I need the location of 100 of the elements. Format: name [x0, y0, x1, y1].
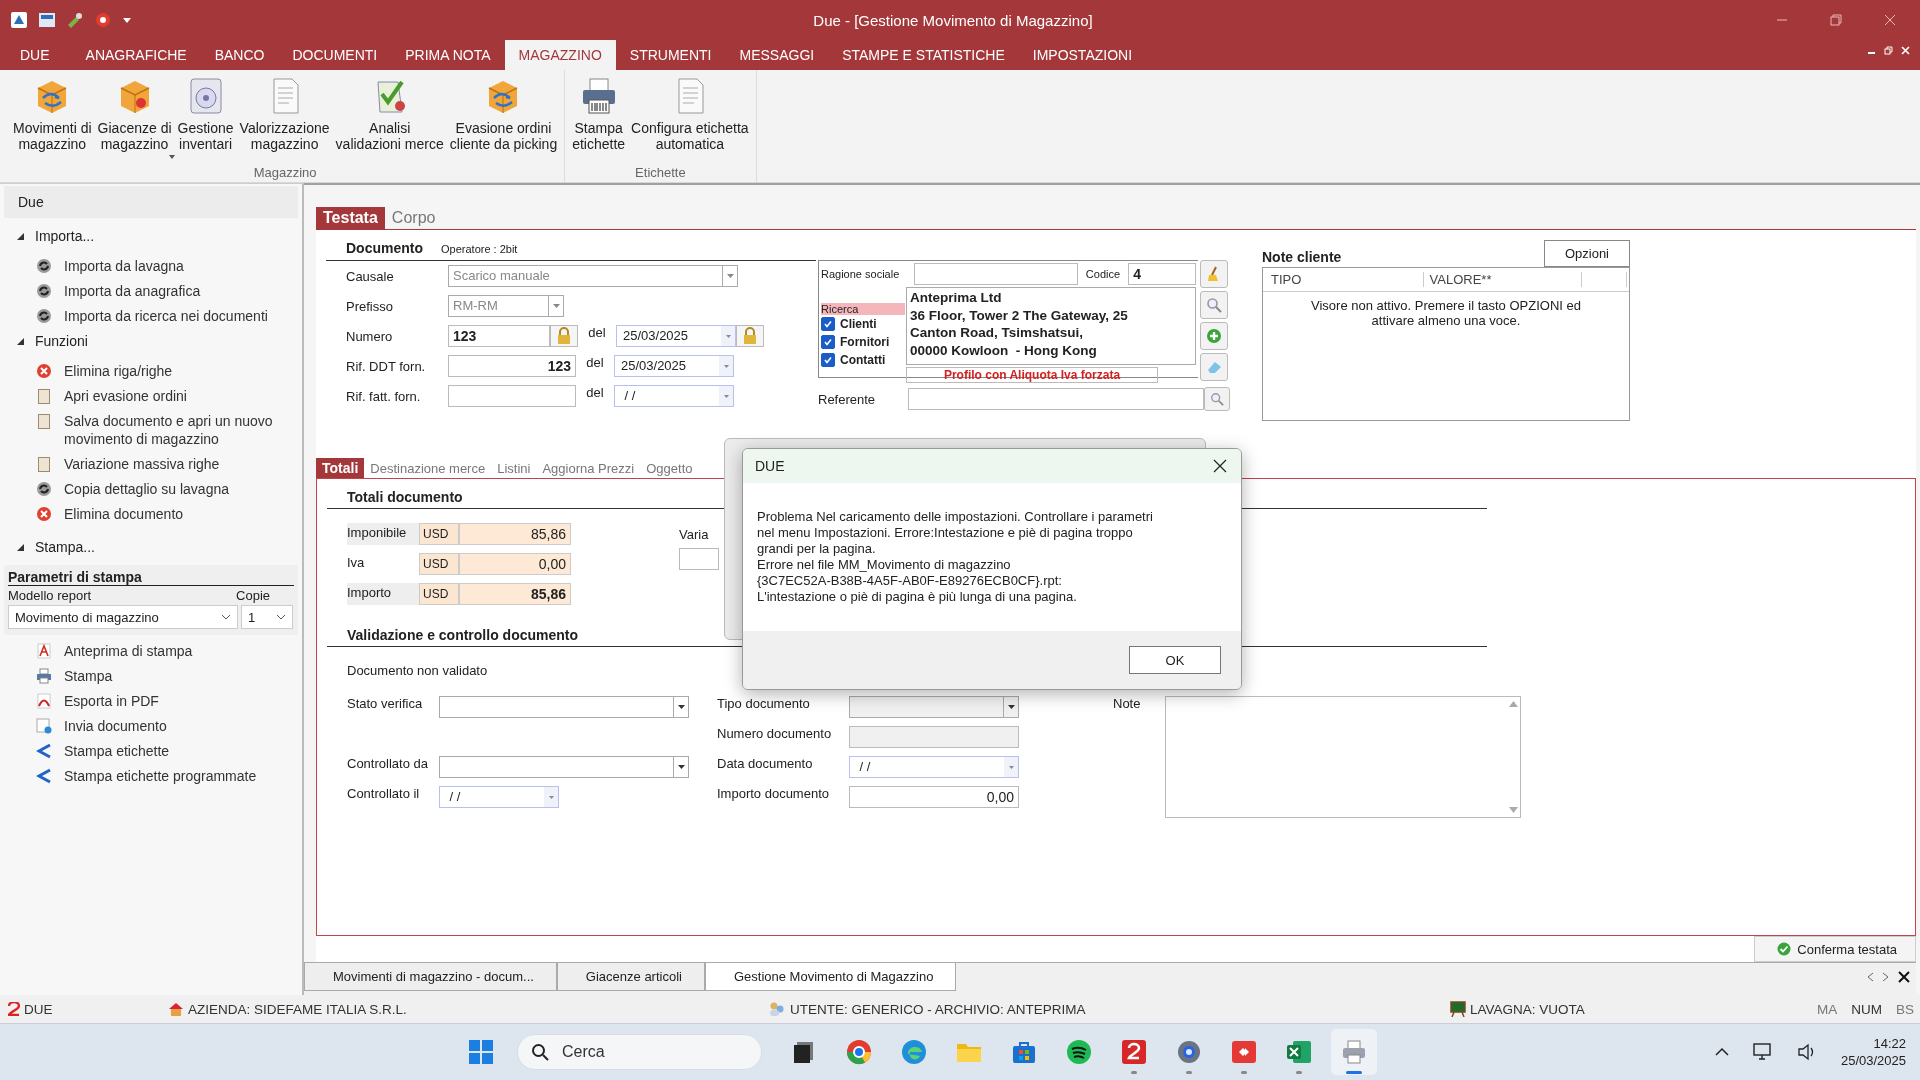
tab[interactable]: Aggiorna Prezzi	[536, 458, 641, 478]
ribbon-button[interactable]: Valorizzazione magazzino	[236, 74, 333, 165]
dropdown-field[interactable]: RM-RM	[448, 295, 564, 317]
dropdown-field[interactable]	[439, 756, 689, 778]
ribbon-button[interactable]: Evasione ordini cliente da picking	[446, 74, 561, 165]
sidebar-item[interactable]: Invia documento	[64, 717, 294, 735]
scroll-right-icon[interactable]	[1882, 972, 1890, 982]
sidebar-item[interactable]: Variazione massiva righe	[64, 455, 294, 473]
date-field[interactable]: 25/03/2025	[614, 355, 734, 377]
scroll-up-icon[interactable]	[1508, 701, 1518, 707]
tab[interactable]: Testata	[316, 207, 385, 229]
input-field[interactable]	[849, 726, 1019, 748]
clock-time[interactable]: 14:22	[1873, 1035, 1906, 1052]
sidebar-item[interactable]: Elimina riga/righe	[64, 362, 294, 380]
date-field[interactable]: 25/03/2025	[616, 325, 736, 347]
windows-start-icon[interactable]	[467, 1039, 494, 1065]
search-field[interactable]: Cerca	[516, 1034, 762, 1070]
company-name-field[interactable]	[913, 263, 1078, 285]
filter-checkbox[interactable]: Fornitori	[821, 333, 906, 351]
chevron-up-icon[interactable]	[1714, 1047, 1729, 1057]
sidebar-item[interactable]: Esporta in PDF	[64, 692, 294, 710]
menu-tab[interactable]: STRUMENTI	[615, 40, 726, 70]
menu-tab[interactable]: DOCUMENTI	[278, 40, 392, 70]
document-tab[interactable]: Movimenti di magazzino - docum...	[304, 963, 557, 991]
sidebar-item[interactable]: Salva documento e apri un nuovo movimento di magazzino	[64, 412, 294, 448]
sidebar-item[interactable]: Apri evasione ordini	[64, 387, 294, 405]
document-tab[interactable]: Gestione Movimento di Magazzino	[704, 963, 957, 991]
scroll-left-icon[interactable]	[1866, 972, 1874, 982]
notes-field[interactable]	[1165, 696, 1521, 818]
number-field[interactable]	[448, 385, 576, 407]
field-label: Prefisso	[346, 298, 394, 314]
date-field[interactable]: / /	[439, 786, 559, 808]
app-icon[interactable]	[10, 11, 28, 29]
ribbon-button[interactable]: Configura etichetta automatica	[628, 74, 752, 165]
sidebar-item[interactable]: Elimina documento	[64, 505, 294, 523]
copies-dropdown[interactable]: 1	[241, 605, 293, 629]
save-icon[interactable]	[38, 11, 56, 29]
sidebar-item[interactable]: Importa da lavagna	[64, 257, 294, 275]
report-model-dropdown[interactable]: Movimento di magazzino	[8, 605, 238, 629]
referent-field[interactable]	[908, 388, 1204, 410]
sidebar-item[interactable]: Importa da anagrafica	[64, 282, 294, 300]
lifebuoy-icon[interactable]	[94, 11, 112, 29]
sidebar-section[interactable]: Stampa...	[0, 535, 302, 559]
tab[interactable]: Corpo	[384, 207, 443, 229]
ribbon-button[interactable]: Giacenze di magazzino	[94, 74, 175, 165]
amount-field[interactable]: 0,00	[849, 786, 1019, 808]
options-button[interactable]: Opzioni	[1543, 240, 1630, 267]
ribbon-button[interactable]: Movimenti di magazzino	[10, 74, 95, 165]
tab[interactable]: Listini	[491, 458, 537, 478]
ribbon-button[interactable]: Analisi validazioni merce	[332, 74, 447, 165]
clear-button[interactable]	[1200, 260, 1228, 288]
dropdown-field[interactable]: Scarico manuale	[448, 265, 738, 287]
sidebar-item[interactable]: Stampa	[64, 667, 294, 685]
confirm-button[interactable]: Conferma testata	[1754, 936, 1916, 962]
filter-checkbox[interactable]: Contatti	[821, 351, 906, 369]
menu-tab[interactable]: IMPOSTAZIONI	[1018, 40, 1147, 70]
number-field[interactable]: 123	[448, 355, 576, 377]
input-field[interactable]	[679, 548, 719, 570]
tab[interactable]: Destinazione merce	[364, 458, 492, 478]
menu-tab[interactable]: BANCO	[200, 40, 279, 70]
document-tab[interactable]: Giacenze articoli	[556, 963, 705, 991]
add-button[interactable]	[1200, 322, 1228, 350]
clock-date[interactable]: 25/03/2025	[1840, 1052, 1906, 1069]
restore-icon[interactable]	[1884, 45, 1893, 55]
sidebar-item[interactable]: Importa da ricerca nei documenti	[64, 307, 294, 325]
menu-tab[interactable]: ANAGRAFICHE	[71, 40, 201, 70]
scroll-down-icon[interactable]	[1508, 807, 1518, 813]
sidebar-section[interactable]: Funzioni	[0, 329, 302, 353]
date-field[interactable]: / /	[614, 385, 734, 407]
tools-icon[interactable]	[66, 11, 84, 29]
close-icon[interactable]	[1898, 971, 1910, 983]
menu-tab[interactable]: DUE	[8, 40, 66, 70]
lock-button[interactable]	[736, 325, 764, 347]
lock-button[interactable]	[550, 325, 578, 347]
number-field[interactable]: 123	[448, 325, 550, 347]
dropdown-icon[interactable]	[122, 15, 132, 25]
search-button[interactable]	[1200, 291, 1228, 319]
tab[interactable]: Totali	[316, 458, 365, 478]
ok-button[interactable]: OK	[1129, 646, 1221, 674]
menu-tab[interactable]: STAMPE E STATISTICHE	[828, 40, 1019, 70]
ribbon-button[interactable]: Stampa etichette	[569, 74, 629, 165]
sidebar-item[interactable]: Stampa etichette	[64, 742, 294, 760]
sidebar-item[interactable]: Stampa etichette programmate	[64, 767, 294, 785]
sidebar-section[interactable]: Importa...	[0, 224, 302, 248]
restore-icon[interactable]	[1830, 14, 1842, 26]
dropdown-field[interactable]	[849, 696, 1019, 718]
dropdown-field[interactable]	[439, 696, 689, 718]
menu-tab[interactable]: MAGAZZINO	[504, 40, 616, 70]
code-field[interactable]: 4	[1128, 263, 1196, 285]
menu-tab[interactable]: PRIMA NOTA	[391, 40, 505, 70]
close-icon[interactable]	[1213, 459, 1227, 473]
sidebar-item[interactable]: Anteprima di stampa	[64, 642, 294, 660]
sidebar-item[interactable]: Copia dettaglio su lavagna	[64, 480, 294, 498]
filter-checkbox[interactable]: Clienti	[821, 315, 906, 333]
menu-tab[interactable]: MESSAGGI	[725, 40, 829, 70]
tab[interactable]: Oggetto	[640, 458, 699, 478]
ribbon-button[interactable]: Gestione inventari	[174, 74, 237, 165]
network-icon[interactable]	[1752, 1043, 1773, 1061]
date-field[interactable]: / /	[849, 756, 1019, 778]
search-button[interactable]	[1203, 387, 1230, 411]
